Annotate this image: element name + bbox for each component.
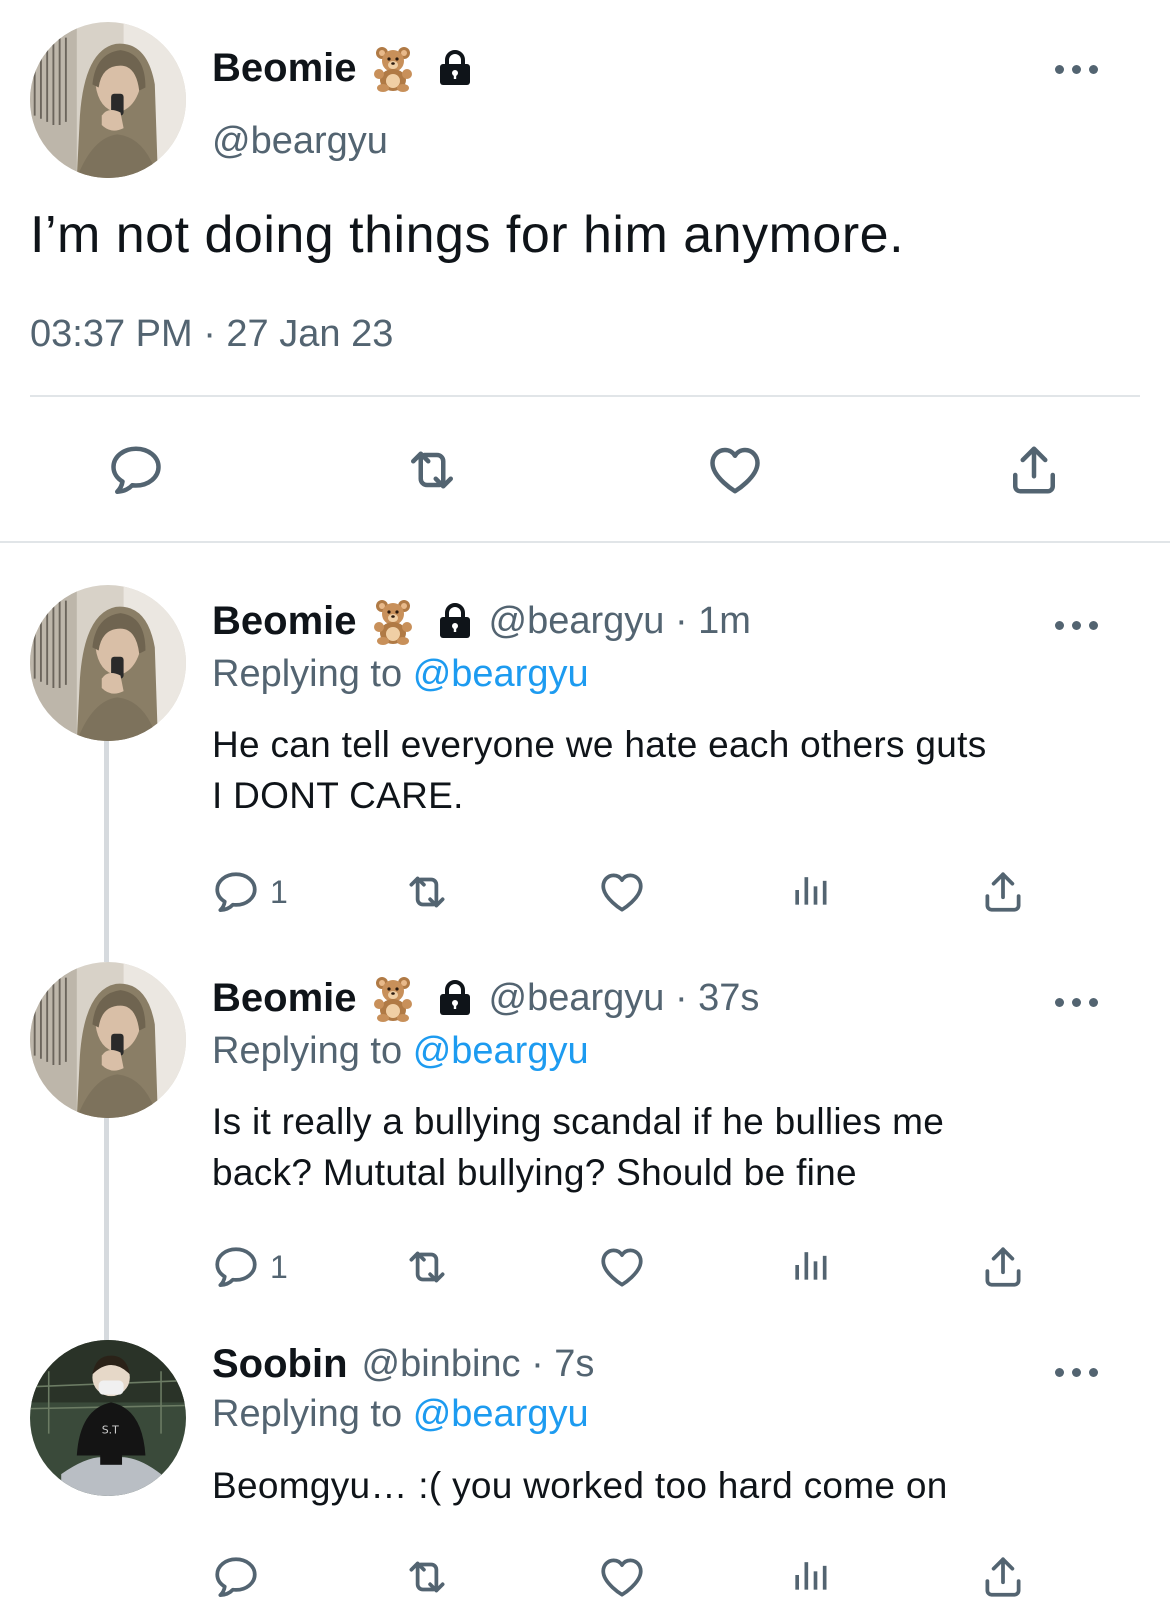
divider — [0, 541, 1170, 543]
replying-to-label: Replying to — [212, 653, 403, 695]
share-icon — [978, 1552, 1028, 1602]
share-icon — [978, 867, 1028, 917]
divider — [30, 395, 1140, 397]
retweet-button[interactable] — [400, 1242, 454, 1292]
reply-header: Beomie @beargyu · 1m — [212, 597, 751, 645]
reply-button[interactable]: 1 — [210, 1242, 288, 1292]
views-button[interactable] — [788, 867, 832, 913]
share-icon — [978, 1242, 1028, 1292]
share-button[interactable] — [978, 1552, 1028, 1602]
retweet-button[interactable] — [400, 1552, 454, 1602]
author-name[interactable]: Beomie — [212, 976, 357, 1021]
views-button[interactable] — [788, 1242, 832, 1288]
reply-text-line: Beomgyu… :( you worked too hard come on — [212, 1465, 948, 1506]
reply-count: 1 — [270, 1248, 288, 1285]
reply-text-line: Is it really a bullying scandal if he bu… — [212, 1101, 945, 1142]
lock-icon — [435, 978, 475, 1018]
replying-to-mention[interactable]: @beargyu — [413, 653, 589, 695]
replying-to-mention[interactable]: @beargyu — [413, 1030, 589, 1072]
like-icon — [596, 1552, 648, 1602]
handle-and-time[interactable]: @beargyu · 37s — [489, 977, 760, 1020]
tweet-text: I’m not doing things for him anymore. — [30, 206, 905, 264]
views-icon — [788, 1552, 832, 1598]
reply-header: Beomie @beargyu · 37s — [212, 974, 759, 1022]
replying-to-mention[interactable]: @beargyu — [413, 1393, 589, 1435]
views-icon — [788, 1242, 832, 1288]
like-button[interactable] — [704, 440, 766, 500]
author-name[interactable]: Beomie — [212, 599, 357, 644]
handle-and-time[interactable]: @binbinc · 7s — [362, 1343, 595, 1386]
share-button[interactable] — [1004, 440, 1064, 500]
retweet-button[interactable] — [400, 867, 454, 917]
like-button[interactable] — [596, 867, 648, 917]
more-options-icon[interactable] — [1055, 1365, 1099, 1379]
handle-and-time[interactable]: @beargyu · 1m — [489, 600, 751, 643]
more-options-icon[interactable] — [1055, 62, 1099, 76]
reply-icon — [106, 440, 166, 500]
teddy-bear-icon — [369, 974, 417, 1022]
share-button[interactable] — [978, 1242, 1028, 1292]
avatar[interactable] — [30, 1340, 186, 1496]
lock-icon — [435, 601, 475, 641]
like-icon — [704, 440, 766, 500]
replying-to-label: Replying to — [212, 1030, 403, 1072]
reply-text: Is it really a bullying scandal if he bu… — [212, 1096, 1132, 1198]
reply-tweet[interactable]: Beomie @beargyu · 37s Replying to @bearg… — [0, 962, 1170, 1322]
reply-button[interactable] — [106, 440, 166, 500]
replying-to: Replying to @beargyu — [212, 1393, 589, 1436]
replying-to-label: Replying to — [212, 1393, 403, 1435]
reply-text-line: He can tell everyone we hate each others… — [212, 724, 987, 765]
retweet-icon — [400, 867, 454, 917]
avatar[interactable] — [30, 962, 186, 1118]
more-options-icon[interactable] — [1055, 995, 1099, 1009]
avatar[interactable] — [30, 22, 186, 178]
reply-icon — [210, 1242, 262, 1292]
lock-icon — [435, 48, 475, 88]
reply-text: He can tell everyone we hate each others… — [212, 719, 1132, 821]
reply-button[interactable] — [210, 1552, 262, 1602]
tweet-timestamp[interactable]: 03:37 PM · 27 Jan 23 — [30, 313, 393, 356]
like-button[interactable] — [596, 1242, 648, 1292]
like-icon — [596, 867, 648, 917]
avatar[interactable] — [30, 585, 186, 741]
reply-icon — [210, 1552, 262, 1602]
author-handle[interactable]: @beargyu — [212, 120, 388, 163]
more-options-icon[interactable] — [1055, 618, 1099, 632]
views-icon — [788, 867, 832, 913]
reply-text-line: back? Mututal bullying? Should be fine — [212, 1152, 857, 1193]
reply-icon — [210, 867, 262, 917]
share-icon — [1004, 440, 1064, 500]
reply-tweet[interactable]: Soobin @binbinc · 7s Replying to @beargy… — [0, 1340, 1170, 1624]
reply-header: Soobin @binbinc · 7s — [212, 1342, 594, 1387]
reply-tweet[interactable]: Beomie @beargyu · 1m Replying to @beargy… — [0, 585, 1170, 945]
share-button[interactable] — [978, 867, 1028, 917]
retweet-icon — [400, 1242, 454, 1292]
author-name[interactable]: Soobin — [212, 1342, 348, 1387]
author-name-row[interactable]: Beomie — [212, 44, 475, 92]
reply-button[interactable]: 1 — [210, 867, 288, 917]
teddy-bear-icon — [369, 597, 417, 645]
main-tweet: Beomie @beargyu I’m not doing things for… — [0, 0, 1170, 545]
like-icon — [596, 1242, 648, 1292]
retweet-icon — [400, 1552, 454, 1602]
like-button[interactable] — [596, 1552, 648, 1602]
reply-count: 1 — [270, 873, 288, 910]
tweet-thread-page: Beomie @beargyu I’m not doing things for… — [0, 0, 1170, 1624]
reply-text-line: I DONT CARE. — [212, 775, 464, 816]
retweet-icon — [400, 440, 464, 500]
author-name[interactable]: Beomie — [212, 46, 357, 91]
reply-text: Beomgyu… :( you worked too hard come on — [212, 1460, 1132, 1511]
replying-to: Replying to @beargyu — [212, 653, 589, 696]
replying-to: Replying to @beargyu — [212, 1030, 589, 1073]
views-button[interactable] — [788, 1552, 832, 1598]
retweet-button[interactable] — [400, 440, 464, 500]
teddy-bear-icon — [369, 44, 417, 92]
